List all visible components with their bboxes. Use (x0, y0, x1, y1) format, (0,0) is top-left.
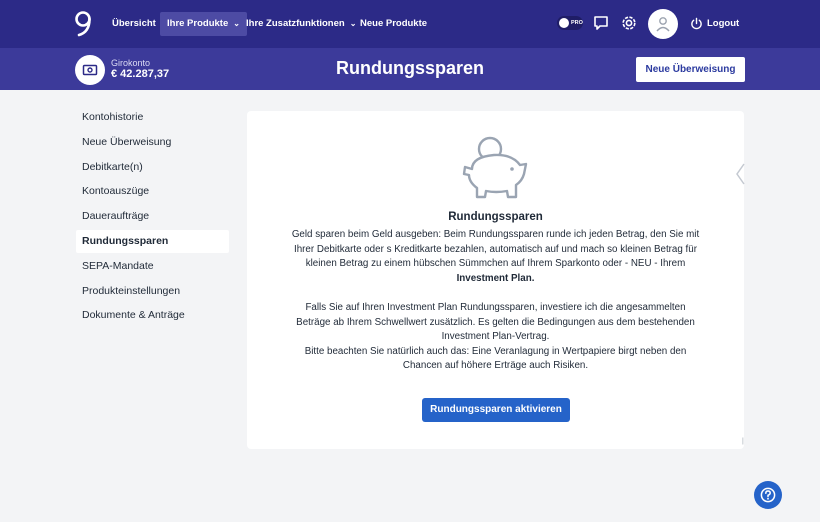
avatar[interactable] (648, 9, 678, 39)
description-paragraph-1: Geld sparen beim Geld ausgeben: Beim Run… (291, 229, 700, 284)
description-paragraph-3: Bitte beachten Sie natürlich auch das: E… (304, 345, 687, 372)
pro-label: PRO (571, 20, 583, 26)
chat-icon[interactable] (592, 14, 610, 32)
chevron-left-icon[interactable] (735, 160, 745, 188)
nav-uebersicht[interactable]: Übersicht (105, 12, 163, 36)
sidebar: Kontohistorie Neue Überweisung Debitkart… (76, 106, 229, 329)
sidebar-item-dokumente-antraege[interactable]: Dokumente & Anträge (76, 304, 229, 327)
power-icon (691, 17, 702, 30)
new-transfer-button[interactable]: Neue Überweisung (636, 57, 745, 82)
pro-toggle[interactable]: PRO (557, 16, 583, 30)
sidebar-item-kontohistorie[interactable]: Kontohistorie (76, 106, 229, 129)
sidebar-item-dauerauftraege[interactable]: Daueraufträge (76, 205, 229, 228)
activate-rundungssparen-button[interactable]: Rundungssparen aktivieren (422, 398, 570, 422)
investment-plan-highlight: Investment Plan. (456, 272, 535, 284)
description-paragraph-2: Falls Sie auf Ihren Investment Plan Rund… (296, 301, 695, 343)
toggle-knob (559, 18, 569, 28)
logo-icon[interactable] (74, 10, 92, 38)
nav-ihre-zusatzfunktionen[interactable]: Ihre Zusatzfunktionen ⌄ (239, 12, 363, 36)
nav-neue-produkte[interactable]: Neue Produkte (353, 12, 434, 36)
logout-label: Logout (707, 18, 740, 29)
logout-button[interactable]: Logout (690, 14, 739, 34)
card-description: Geld sparen beim Geld ausgeben: Beim Run… (287, 228, 704, 374)
sidebar-item-neue-ueberweisung[interactable]: Neue Überweisung (76, 131, 229, 154)
edge-marker: | (742, 438, 744, 445)
sidebar-item-debitkarten[interactable]: Debitkarte(n) (76, 156, 229, 179)
rundungssparen-card: Rundungssparen Geld sparen beim Geld aus… (247, 111, 744, 449)
sidebar-item-produkteinstellungen[interactable]: Produkteinstellungen (76, 280, 229, 303)
gear-icon[interactable] (620, 14, 638, 32)
help-icon (760, 487, 776, 503)
nav-ihre-produkte[interactable]: Ihre Produkte ⌄ (160, 12, 247, 36)
piggy-bank-icon (462, 136, 528, 199)
sidebar-item-kontoauszuege[interactable]: Kontoauszüge (76, 180, 229, 203)
card-title: Rundungssparen (448, 211, 543, 223)
sidebar-item-rundungssparen[interactable]: Rundungssparen (76, 229, 229, 253)
sidebar-item-sepa-mandate[interactable]: SEPA-Mandate (76, 255, 229, 278)
help-button[interactable] (754, 481, 782, 509)
user-icon (656, 17, 670, 32)
